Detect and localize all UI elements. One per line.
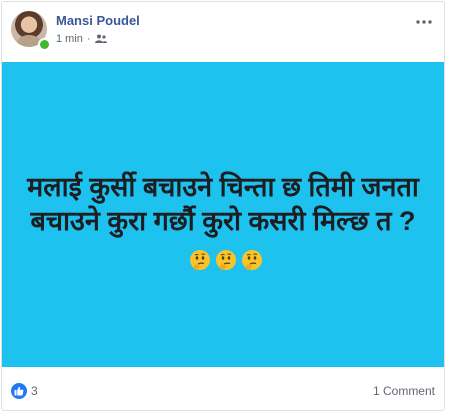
friends-icon[interactable] [94,34,107,44]
thinking-face-emoji [241,245,263,271]
meta-separator: · [86,33,91,45]
reactions-summary[interactable]: 3 [11,383,38,399]
like-count: 3 [31,384,38,398]
thinking-face-emoji [215,245,237,271]
like-icon [11,383,27,399]
status-text-block: मलाई कुर्सी बचाउने चिन्ता छ तिमी जनता बच… [23,170,423,272]
author-name[interactable]: Mansi Poudel [56,13,140,28]
post-time[interactable]: 1 min [56,33,83,45]
post-meta: 1 min · [56,33,107,45]
more-options-button[interactable] [414,12,434,28]
status-background: मलाई कुर्सी बचाउने चिन्ता छ तिमी जनता बच… [2,62,444,367]
emoji-row [189,245,263,271]
post-card: Mansi Poudel 1 min · मलाई कुर्सी बचाउने … [1,1,445,411]
post-header: Mansi Poudel 1 min · [2,2,444,60]
post-footer: 3 1 Comment [2,367,444,410]
status-text: मलाई कुर्सी बचाउने चिन्ता छ तिमी जनता बच… [27,171,419,236]
thinking-face-emoji [189,245,211,271]
more-options-icon [416,11,432,29]
online-status-indicator [38,38,51,51]
comment-count-link[interactable]: 1 Comment [373,384,435,398]
